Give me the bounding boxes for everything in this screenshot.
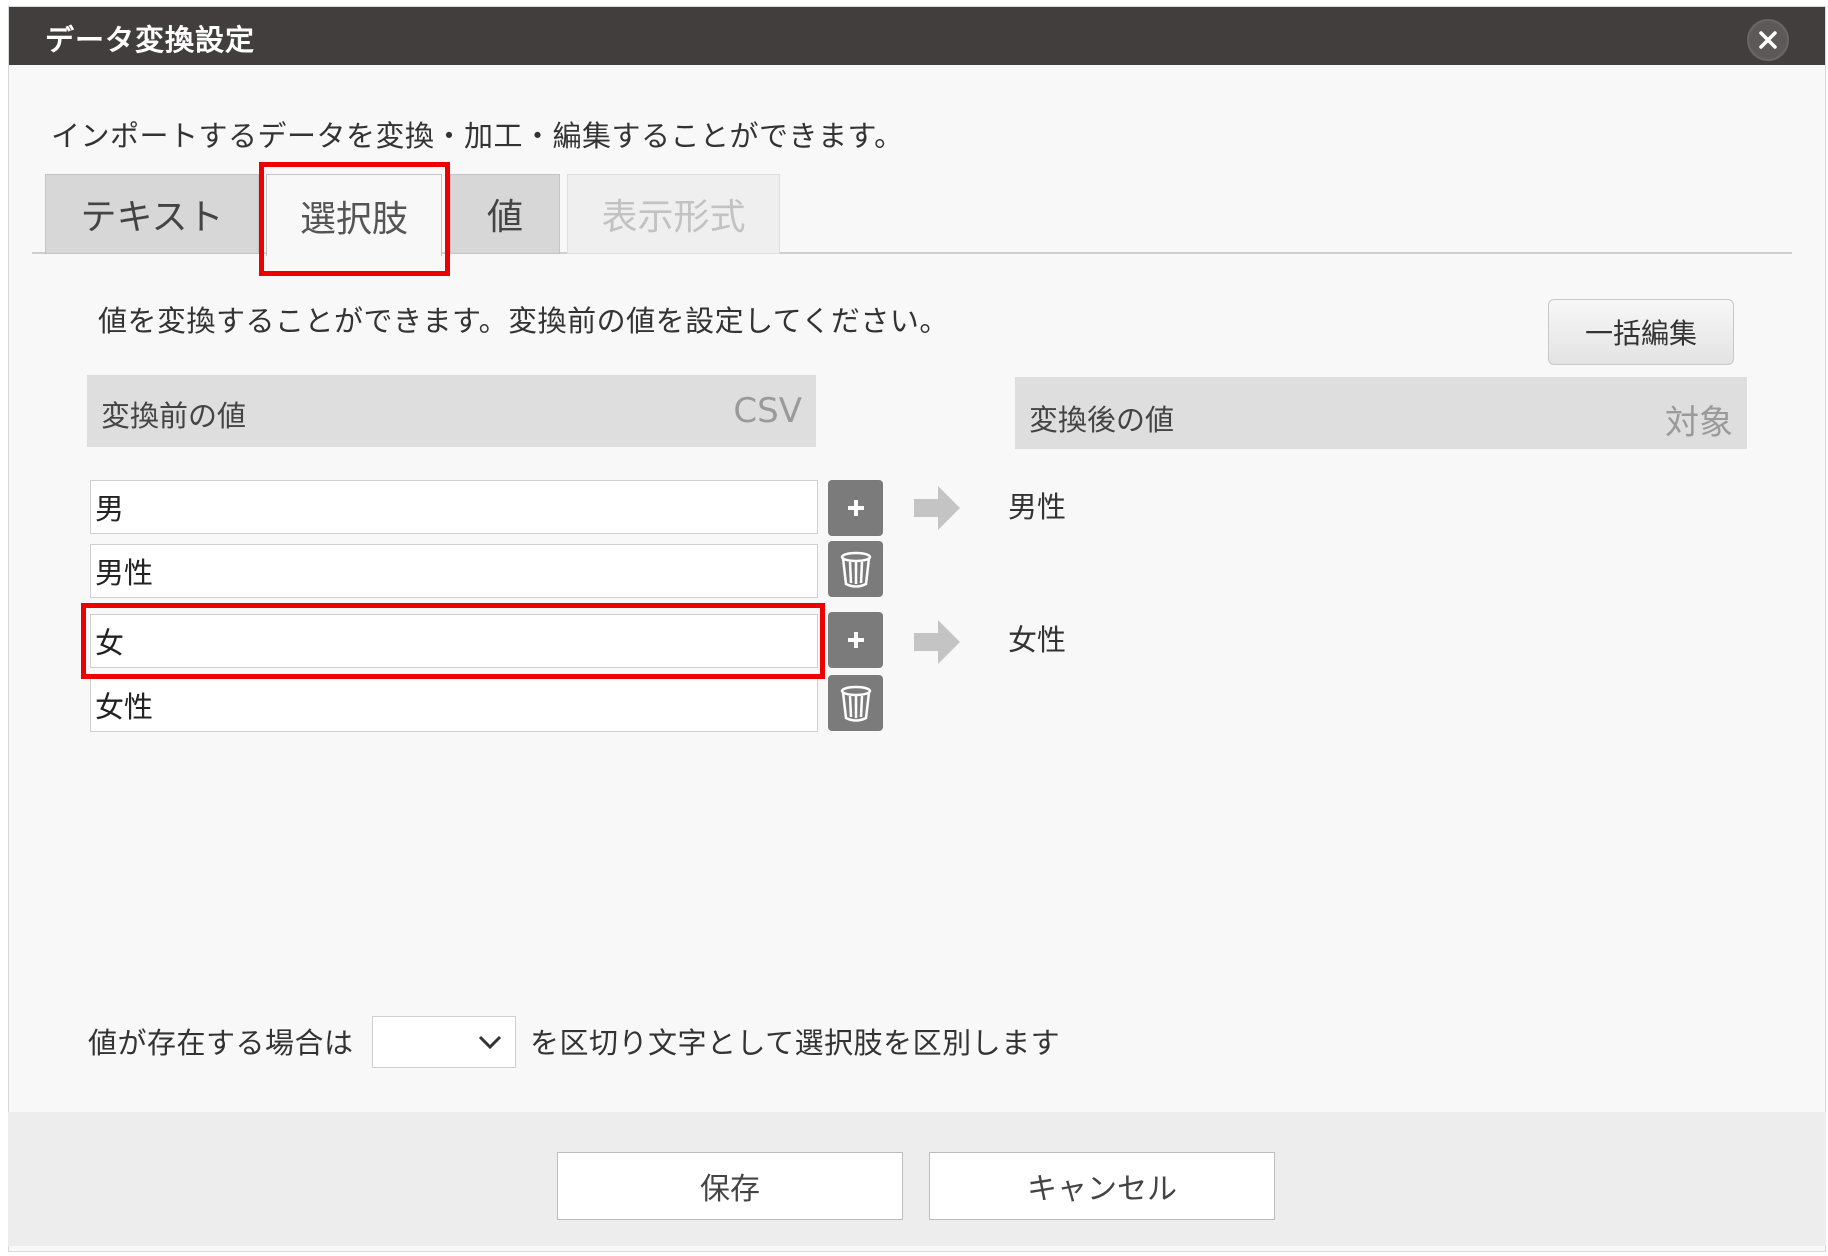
dialog-title: データ変換設定 xyxy=(45,23,256,57)
plus-icon xyxy=(847,500,864,516)
before-value-header-tag: CSV xyxy=(733,391,802,431)
separator-prefix: 値が存在する場合は xyxy=(88,1026,354,1060)
arrow-right-icon xyxy=(914,486,960,530)
before-value-input[interactable] xyxy=(90,544,818,598)
tab-display-format: 表示形式 xyxy=(567,174,780,254)
close-button[interactable] xyxy=(1747,19,1789,61)
add-value-button[interactable] xyxy=(828,480,883,536)
trash-icon xyxy=(840,551,871,588)
save-button[interactable]: 保存 xyxy=(557,1152,903,1220)
before-value-input[interactable] xyxy=(90,678,818,732)
cancel-button[interactable]: キャンセル xyxy=(929,1152,1275,1220)
input-highlight-box xyxy=(81,603,825,679)
intro-text: インポートするデータを変換・加工・編集することができます。 xyxy=(51,119,904,153)
arrow-right-icon xyxy=(914,620,960,664)
bulk-edit-button[interactable]: 一括編集 xyxy=(1548,299,1734,365)
panel-description: 値を変換することができます。変換前の値を設定してください。 xyxy=(98,304,949,338)
close-icon xyxy=(1759,31,1777,49)
tab-value[interactable]: 値 xyxy=(450,174,560,254)
separator-suffix: を区切り文字として選択肢を区別します xyxy=(530,1026,1061,1060)
before-value-header-label: 変換前の値 xyxy=(101,399,247,433)
after-value-header: 変換後の値 対象 xyxy=(1015,377,1747,449)
chevron-down-icon xyxy=(478,1035,502,1050)
before-value-input[interactable] xyxy=(90,480,818,534)
before-value-header: 変換前の値 CSV xyxy=(87,375,816,447)
separator-select[interactable] xyxy=(372,1016,516,1068)
converted-value: 女性 xyxy=(1008,623,1067,657)
delete-value-button[interactable] xyxy=(828,675,883,731)
tab-text[interactable]: テキスト xyxy=(45,174,259,254)
after-value-header-tag: 対象 xyxy=(1665,403,1733,443)
tab-highlight-box xyxy=(259,162,450,276)
after-value-header-label: 変換後の値 xyxy=(1029,403,1175,437)
dialog-titlebar: データ変換設定 xyxy=(9,7,1825,65)
delete-value-button[interactable] xyxy=(828,541,883,597)
trash-icon xyxy=(840,685,871,722)
dialog-footer xyxy=(8,1112,1826,1246)
add-value-button[interactable] xyxy=(828,612,883,668)
plus-icon xyxy=(847,632,864,648)
converted-value: 男性 xyxy=(1008,490,1067,524)
